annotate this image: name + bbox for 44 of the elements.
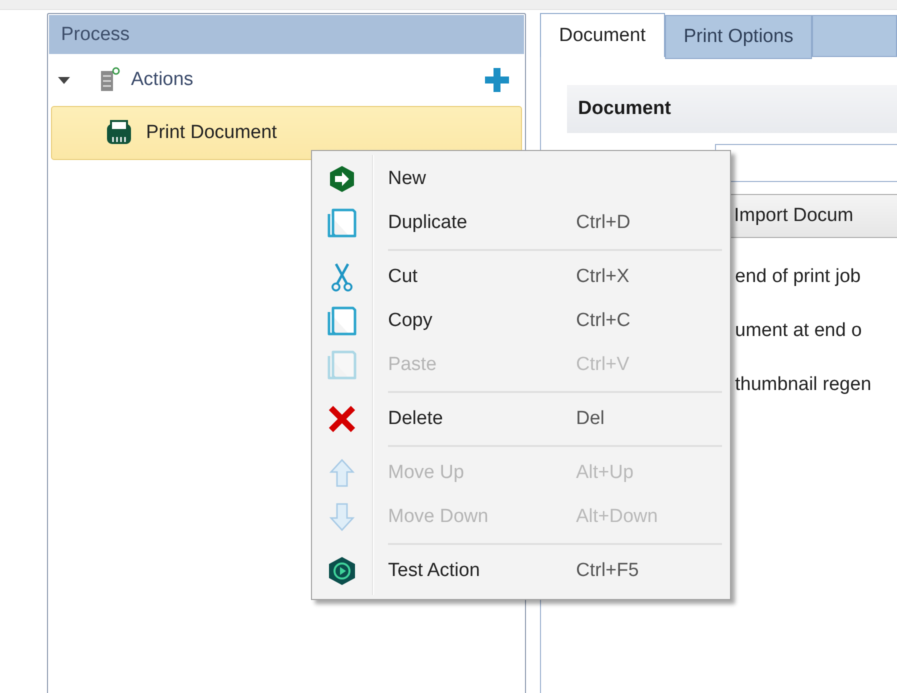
menu-label: Paste	[388, 354, 438, 376]
tab[interactable]: Document	[540, 13, 665, 57]
shortcut-text: Ctrl+C	[576, 310, 630, 332]
input-field[interactable]	[715, 144, 897, 182]
menu-label: New	[388, 168, 428, 190]
list-icon	[99, 67, 121, 93]
shortcut-text: Ctrl+D	[576, 212, 630, 234]
printer-icon	[104, 119, 134, 147]
shortcut-text: Alt+Up	[576, 462, 634, 484]
up-arrow-icon	[329, 458, 355, 488]
option-text: ument at end o	[735, 319, 863, 343]
down-arrow-icon	[329, 502, 355, 532]
menu-item[interactable]: Delete Del	[312, 397, 730, 441]
shortcut-text: Del	[576, 408, 605, 430]
section-header: Document	[567, 85, 897, 133]
shortcut-text: Ctrl+V	[576, 354, 630, 376]
shortcut-text: Ctrl+X	[576, 266, 630, 288]
tree-item[interactable]: Actions	[131, 69, 194, 91]
menu-item[interactable]: Test Action Ctrl+F5	[312, 549, 730, 593]
menu-label: Move Down	[388, 506, 490, 528]
pages-icon	[325, 304, 359, 338]
option-text: end of print job	[735, 265, 862, 289]
add-button[interactable]	[482, 65, 512, 95]
expanded-caret-icon[interactable]	[57, 75, 71, 85]
delete-icon	[327, 404, 357, 434]
arrow-hexagon-icon	[328, 165, 356, 193]
shortcut-text: Alt+Down	[576, 506, 658, 528]
menu-label: Duplicate	[388, 212, 468, 234]
play-hexagon-icon	[327, 556, 357, 586]
shortcut-text: Ctrl+F5	[576, 560, 639, 582]
option-text: thumbnail regen	[735, 373, 872, 397]
menu-label: Move Up	[388, 462, 466, 484]
panel-title: Process	[49, 15, 524, 54]
tree-item[interactable]: Print Document	[51, 106, 522, 160]
menu-label: Cut	[388, 266, 419, 288]
pages-icon	[325, 348, 359, 382]
menu-label: Copy	[388, 310, 434, 332]
pages-icon	[325, 206, 359, 240]
menu-label: Delete	[388, 408, 444, 430]
scissors-icon	[330, 262, 354, 292]
menu-item[interactable]: Copy Ctrl+C	[312, 299, 730, 343]
tab[interactable]: Print Options	[664, 15, 812, 59]
menu-item[interactable]: Cut Ctrl+X	[312, 255, 730, 299]
menu-label: Test Action	[388, 560, 481, 582]
